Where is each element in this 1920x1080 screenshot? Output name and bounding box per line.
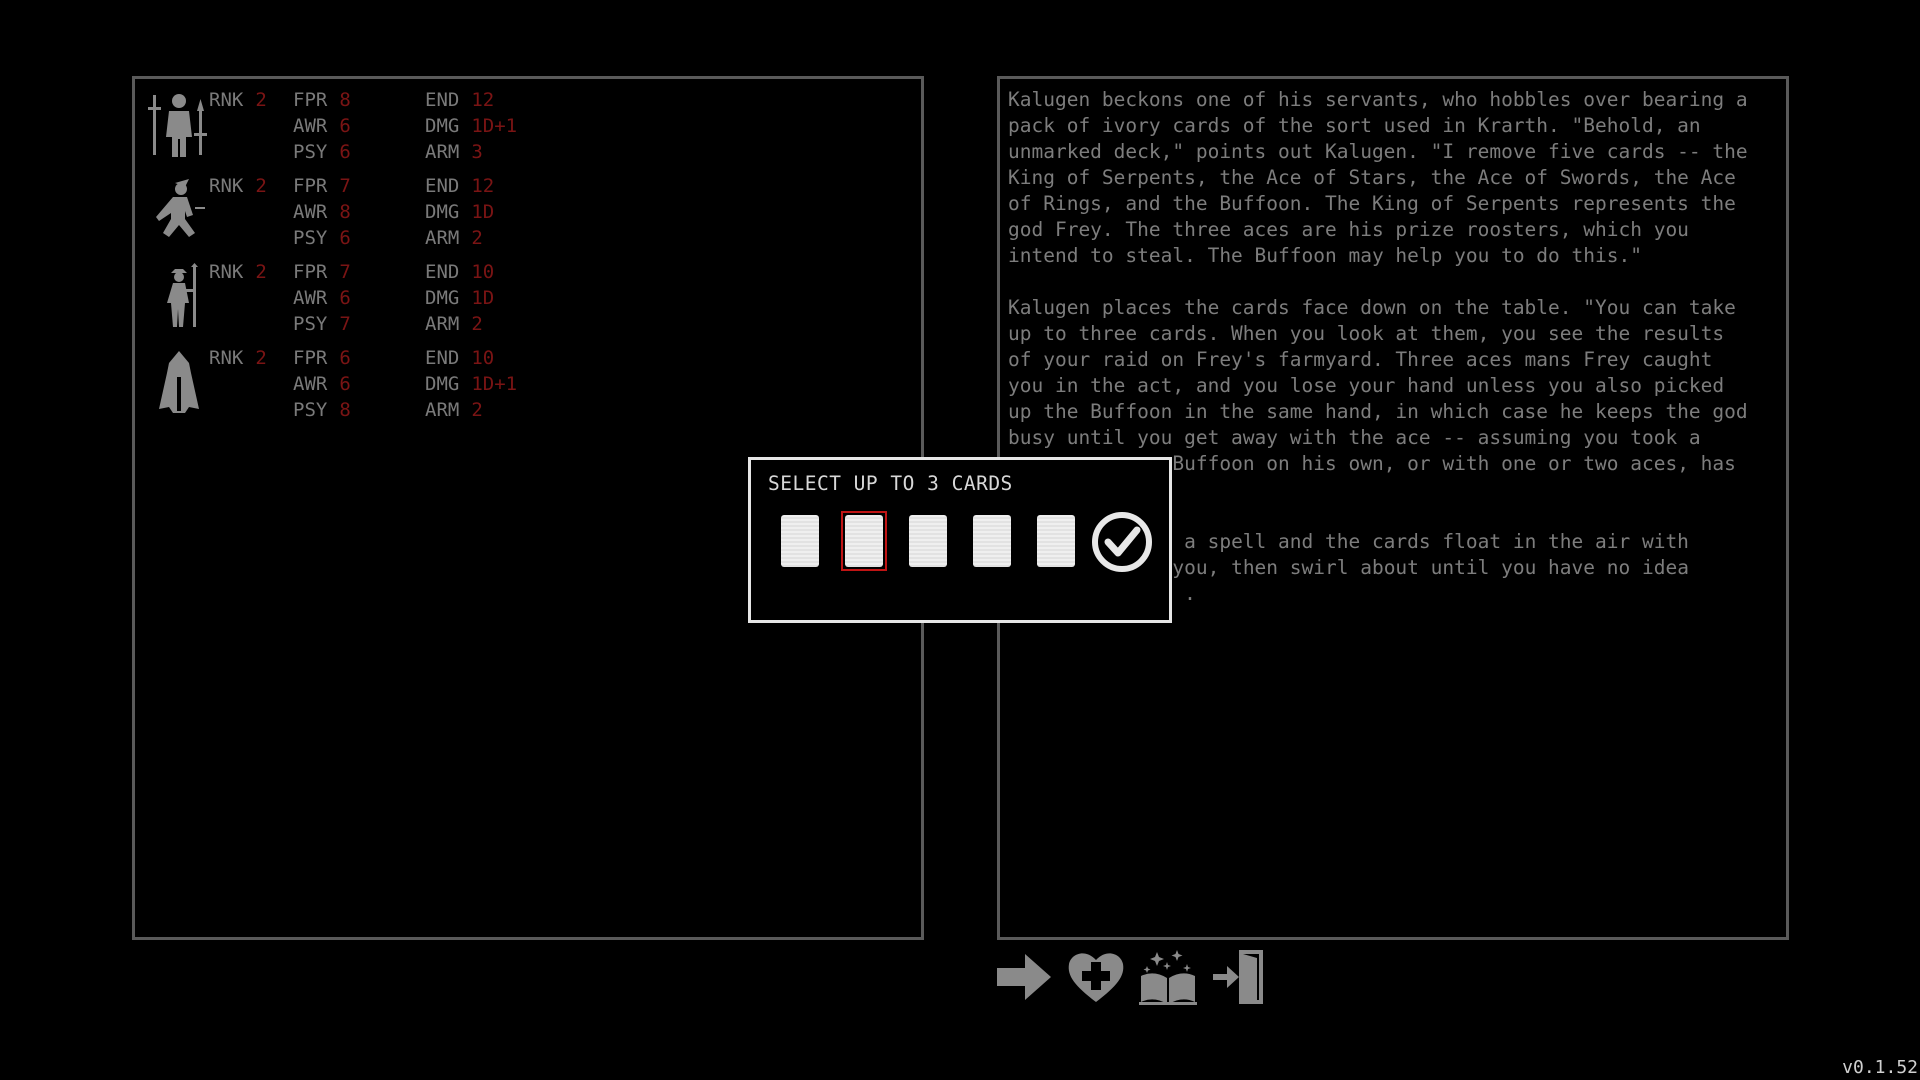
confirm-button[interactable]	[1091, 511, 1153, 573]
card-back	[973, 515, 1011, 567]
end-value: 12	[471, 175, 495, 197]
card-back	[1037, 515, 1075, 567]
trickster-icon[interactable]	[147, 177, 211, 245]
spellbook-icon	[1139, 950, 1197, 1005]
psy-value: 6	[339, 141, 351, 163]
card-back	[845, 515, 883, 567]
dmg-value: 1D+1	[471, 115, 518, 137]
dmg-value: 1D	[471, 287, 495, 309]
arm-label: ARM	[425, 141, 460, 163]
psy-label: PSY	[293, 399, 328, 421]
arm-value: 2	[471, 313, 483, 335]
fpr-value: 7	[339, 175, 351, 197]
end-value: 10	[471, 347, 495, 369]
rnk-label: RNK	[209, 261, 244, 283]
psy-value: 8	[339, 399, 351, 421]
dmg-value: 1D	[471, 201, 495, 223]
rnk-label: RNK	[209, 89, 244, 111]
awr-label: AWR	[293, 287, 328, 309]
heal-heart-icon	[1068, 953, 1124, 1002]
party-member-4[interactable]: RNK 2 FPR 6 AWR 6 PSY 8 END 10 DMG 1D+1 ARM 2	[145, 345, 645, 429]
card-back	[909, 515, 947, 567]
awr-label: AWR	[293, 201, 328, 223]
awr-label: AWR	[293, 373, 328, 395]
spellbook-button[interactable]	[1137, 946, 1199, 1008]
arm-label: ARM	[425, 399, 460, 421]
awr-value: 6	[339, 287, 351, 309]
warrior-icon[interactable]	[147, 91, 211, 159]
rnk-value: 2	[255, 347, 267, 369]
continue-button[interactable]	[993, 946, 1055, 1008]
rnk-label: RNK	[209, 347, 244, 369]
fpr-value: 8	[339, 89, 351, 111]
heal-button[interactable]	[1065, 946, 1127, 1008]
arm-label: ARM	[425, 313, 460, 335]
checkmark-icon	[1092, 512, 1152, 572]
psy-label: PSY	[293, 227, 328, 249]
card-select-dialog: SELECT UP TO 3 CARDS	[748, 457, 1172, 623]
fpr-value: 7	[339, 261, 351, 283]
end-label: END	[425, 261, 460, 283]
card-1[interactable]	[777, 511, 823, 571]
card-back	[781, 515, 819, 567]
card-5[interactable]	[1033, 511, 1079, 571]
card-3[interactable]	[905, 511, 951, 571]
end-label: END	[425, 89, 460, 111]
arm-value: 2	[471, 399, 483, 421]
enchanter-icon[interactable]	[147, 349, 211, 417]
end-value: 12	[471, 89, 495, 111]
party-member-3[interactable]: RNK 2 FPR 7 AWR 6 PSY 7 END 10 DMG 1D ARM 2	[145, 259, 645, 343]
dmg-label: DMG	[425, 201, 460, 223]
continue-arrow-icon	[997, 954, 1051, 1000]
dmg-label: DMG	[425, 287, 460, 309]
card-2[interactable]	[841, 511, 887, 571]
card-4[interactable]	[969, 511, 1015, 571]
psy-value: 6	[339, 227, 351, 249]
fpr-label: FPR	[293, 261, 328, 283]
fpr-label: FPR	[293, 347, 328, 369]
end-label: END	[425, 347, 460, 369]
party-member-1[interactable]: RNK 2 FPR 8 AWR 6 PSY 6 END 12 DMG 1D+1 ARM 3	[145, 87, 645, 171]
arm-label: ARM	[425, 227, 460, 249]
awr-value: 6	[339, 373, 351, 395]
sage-icon[interactable]	[147, 263, 211, 331]
party-member-2[interactable]: RNK 2 FPR 7 AWR 8 PSY 6 END 12 DMG 1D ARM 2	[145, 173, 645, 257]
psy-label: PSY	[293, 141, 328, 163]
exit-button[interactable]	[1209, 946, 1271, 1008]
end-label: END	[425, 175, 460, 197]
rnk-value: 2	[255, 89, 267, 111]
dmg-label: DMG	[425, 115, 460, 137]
rnk-label: RNK	[209, 175, 244, 197]
dmg-value: 1D+1	[471, 373, 518, 395]
psy-value: 7	[339, 313, 351, 335]
awr-label: AWR	[293, 115, 328, 137]
awr-value: 8	[339, 201, 351, 223]
fpr-label: FPR	[293, 175, 328, 197]
fpr-value: 6	[339, 347, 351, 369]
arm-value: 2	[471, 227, 483, 249]
version-label: v0.1.52	[1842, 1057, 1918, 1078]
dialog-title: SELECT UP TO 3 CARDS	[768, 472, 1013, 495]
awr-value: 6	[339, 115, 351, 137]
rnk-value: 2	[255, 175, 267, 197]
end-value: 10	[471, 261, 495, 283]
dmg-label: DMG	[425, 373, 460, 395]
psy-label: PSY	[293, 313, 328, 335]
arm-value: 3	[471, 141, 483, 163]
fpr-label: FPR	[293, 89, 328, 111]
rnk-value: 2	[255, 261, 267, 283]
exit-door-icon	[1213, 950, 1263, 1004]
